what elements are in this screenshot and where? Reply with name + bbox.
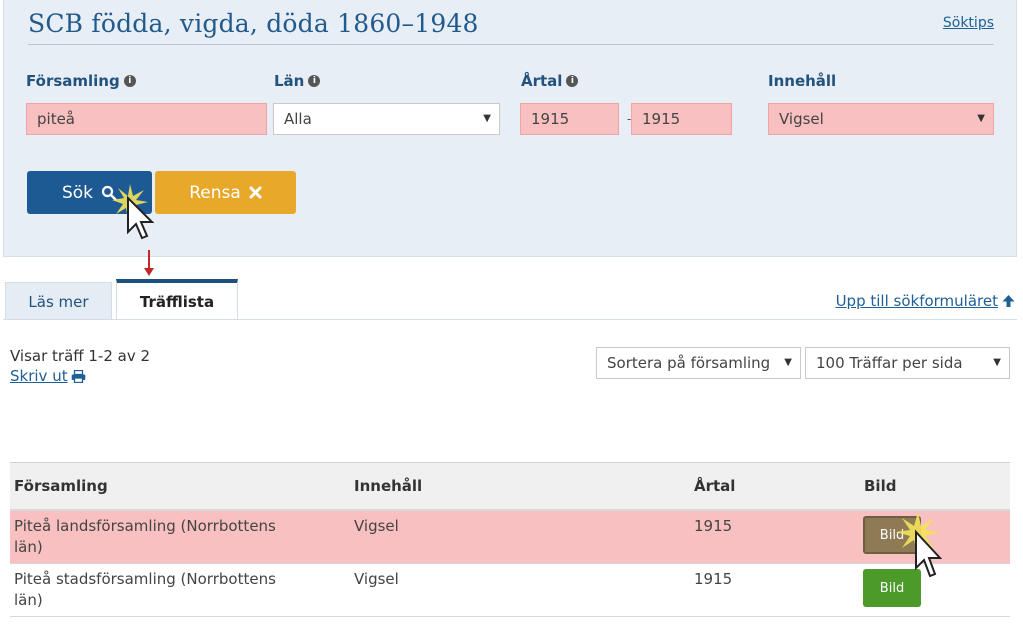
county-select[interactable]: Alla ▼ — [273, 103, 500, 135]
row-content: Vigsel — [354, 570, 399, 588]
chevron-down-icon: ▼ — [483, 113, 491, 124]
tab-hit-list[interactable]: Träfflista — [116, 279, 238, 320]
row-parish-line2: län) — [14, 591, 43, 609]
column-header-image: Bild — [864, 477, 897, 495]
row-parish-line2: län) — [14, 538, 43, 556]
chevron-down-icon: ▼ — [784, 357, 792, 368]
search-button[interactable]: Sök — [27, 171, 152, 214]
per-page-select[interactable]: 100 Träffar per sida ▼ — [805, 347, 1010, 379]
per-page-select-value: 100 Träffar per sida — [816, 354, 963, 372]
year-to-input[interactable]: 1915 — [631, 103, 732, 135]
info-icon[interactable]: i — [123, 75, 136, 87]
search-icon — [101, 185, 117, 201]
content-label-text: Innehåll — [768, 72, 837, 90]
row-parish: Piteå landsförsamling (Norrbottens län) — [14, 516, 276, 558]
year-from-input[interactable]: 1915 — [520, 103, 619, 135]
info-icon[interactable]: i — [566, 75, 579, 87]
print-icon — [71, 369, 85, 383]
row-content: Vigsel — [354, 517, 399, 535]
chevron-down-icon: ▼ — [977, 113, 985, 124]
row-parish-line1: Piteå landsförsamling (Norrbottens — [14, 517, 276, 535]
back-to-form-label: Upp till sökformuläret — [835, 292, 998, 310]
results-summary: Visar träff 1-2 av 2 — [10, 347, 151, 365]
results-table: Församling Innehåll Årtal Bild Piteå lan… — [10, 462, 1010, 617]
parish-label-text: Församling — [26, 72, 120, 90]
content-select-value: Vigsel — [779, 110, 824, 128]
county-label-text: Län — [274, 72, 305, 90]
county-label: Län i — [274, 72, 321, 90]
image-button[interactable]: Bild — [863, 516, 921, 554]
search-tips-link[interactable]: Söktips — [943, 15, 994, 31]
row-parish-line1: Piteå stadsförsamling (Norrbottens — [14, 570, 276, 588]
print-link-label: Skriv ut — [10, 367, 68, 385]
arrow-up-icon — [1002, 295, 1015, 307]
clear-button[interactable]: Rensa — [155, 171, 296, 214]
county-select-value: Alla — [284, 110, 312, 128]
back-to-form-link[interactable]: Upp till sökformuläret — [836, 292, 1015, 310]
sort-select-value: Sortera på församling — [607, 354, 771, 372]
clear-button-label: Rensa — [189, 182, 241, 203]
search-form-panel: SCB födda, vigda, döda 1860–1948 Söktips… — [3, 0, 1017, 257]
chevron-down-icon: ▼ — [993, 357, 1001, 368]
page-title: SCB födda, vigda, döda 1860–1948 — [28, 9, 479, 38]
title-divider — [28, 44, 994, 45]
column-header-parish[interactable]: Församling — [14, 477, 108, 495]
image-button[interactable]: Bild — [863, 569, 921, 607]
content-select[interactable]: Vigsel ▼ — [768, 103, 994, 135]
row-year: 1915 — [694, 517, 733, 535]
table-header: Församling Innehåll Årtal Bild — [10, 462, 1010, 511]
year-label-text: Årtal — [521, 72, 563, 90]
table-row: Piteå stadsförsamling (Norrbottens län) … — [10, 564, 1010, 617]
tab-divider — [3, 319, 1017, 320]
parish-input[interactable]: piteå — [26, 103, 267, 135]
close-icon — [249, 186, 262, 199]
row-year: 1915 — [694, 570, 733, 588]
column-header-year[interactable]: Årtal — [694, 477, 735, 495]
print-link[interactable]: Skriv ut — [10, 367, 86, 385]
year-label: Årtal i — [521, 72, 579, 90]
search-button-label: Sök — [61, 182, 94, 203]
parish-label: Församling i — [26, 72, 136, 90]
sort-select[interactable]: Sortera på församling ▼ — [596, 347, 801, 379]
info-icon[interactable]: i — [308, 75, 321, 87]
tab-read-more[interactable]: Läs mer — [5, 282, 112, 320]
column-header-content[interactable]: Innehåll — [354, 477, 422, 495]
content-label: Innehåll — [768, 72, 836, 90]
row-parish: Piteå stadsförsamling (Norrbottens län) — [14, 569, 276, 611]
table-row: Piteå landsförsamling (Norrbottens län) … — [10, 511, 1010, 564]
